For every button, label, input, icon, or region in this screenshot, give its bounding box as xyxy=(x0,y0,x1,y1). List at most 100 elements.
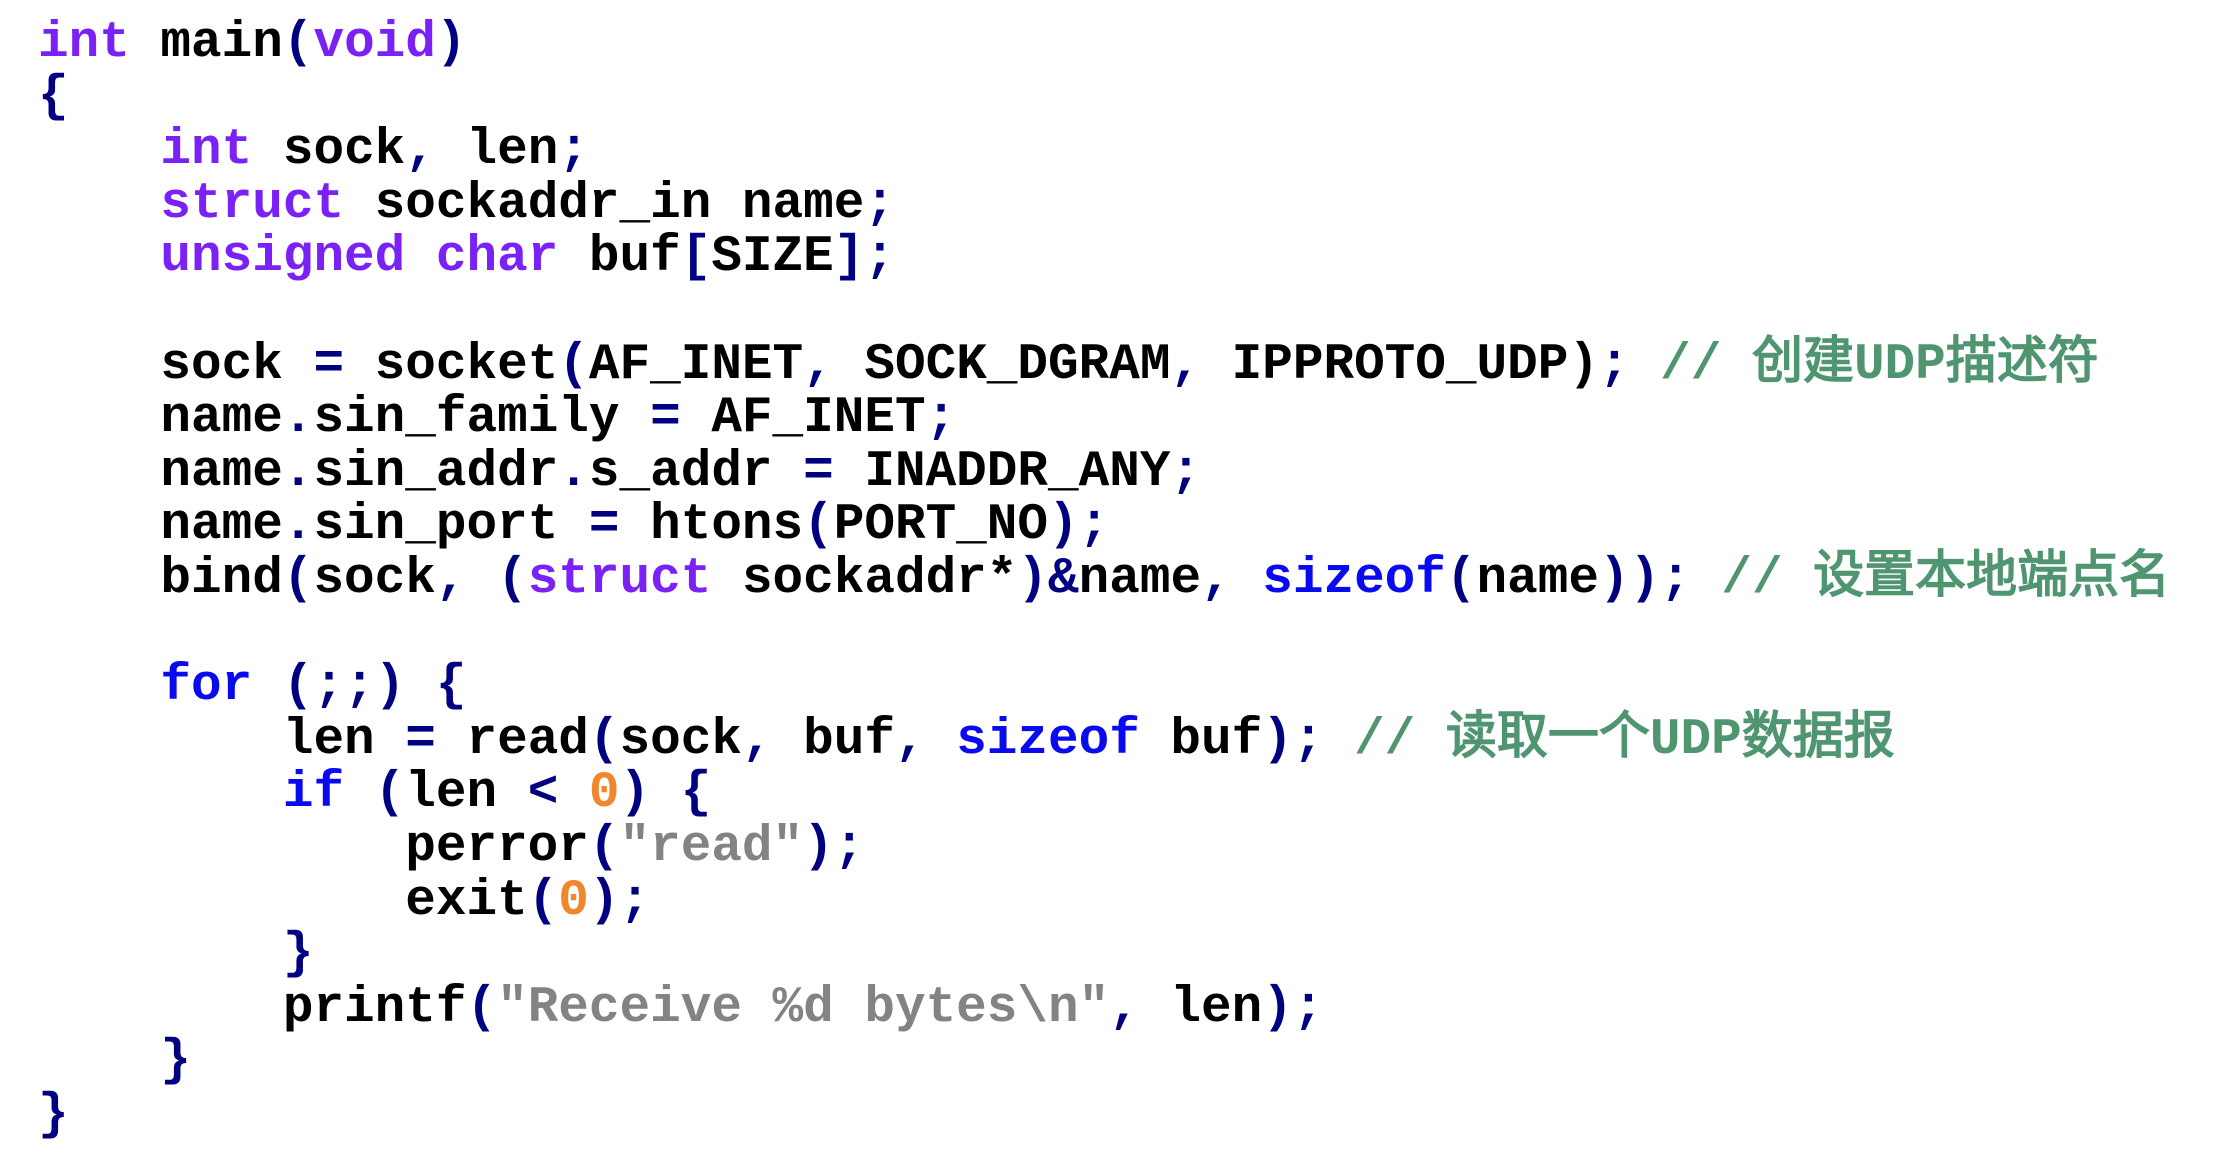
code-line: len = read(sock, buf, sizeof buf); // 读取… xyxy=(38,711,2170,769)
code-line: printf("Receive %d bytes\n", len); xyxy=(38,979,2170,1037)
punctuation: , xyxy=(1109,979,1140,1037)
code-line: perror("read"); xyxy=(38,821,2170,875)
identifier: buf xyxy=(772,711,895,769)
identifier: htons xyxy=(619,497,804,555)
identifier xyxy=(558,765,589,822)
punctuation: { xyxy=(680,765,712,823)
code-line: exit(0); xyxy=(38,872,2170,930)
keyword: int xyxy=(160,122,253,180)
punctuation: } xyxy=(160,1033,192,1091)
punctuation: ; xyxy=(864,175,895,233)
identifier: perror xyxy=(38,818,589,876)
punctuation: ; xyxy=(619,872,651,930)
punctuation: = xyxy=(803,443,834,501)
identifier: AF_INET xyxy=(588,336,804,394)
identifier: INADDR_ANY xyxy=(833,443,1171,501)
identifier: ) xyxy=(1568,336,1599,394)
code-line: name.sin_family = AF_INET; xyxy=(38,392,2170,446)
punctuation: [ xyxy=(680,229,712,287)
identifier: exit xyxy=(38,872,528,930)
punctuation: ) xyxy=(588,872,620,930)
punctuation: = xyxy=(313,336,345,394)
identifier: read xyxy=(435,711,589,769)
punctuation: = xyxy=(405,711,436,769)
comment: // 读取一个UDP数据报 xyxy=(1323,711,1895,769)
punctuation: , xyxy=(741,711,773,769)
identifier: s_addr xyxy=(588,443,804,501)
identifier xyxy=(38,176,160,233)
identifier xyxy=(38,122,160,179)
identifier: buf xyxy=(1139,711,1263,769)
punctuation: ; xyxy=(833,818,865,876)
code-line: { xyxy=(38,70,2170,125)
punctuation: , xyxy=(435,550,467,608)
code-line: if (len < 0) { xyxy=(38,767,2170,821)
punctuation: , xyxy=(405,122,436,180)
punctuation: , xyxy=(894,711,926,769)
code-line: name.sin_port = htons(PORT_NO); xyxy=(38,499,2170,553)
identifier xyxy=(1232,551,1263,608)
punctuation: ) xyxy=(619,765,651,823)
punctuation: ] xyxy=(833,229,865,287)
identifier xyxy=(405,658,436,715)
punctuation: ) xyxy=(803,818,834,876)
string-literal: "read" xyxy=(619,818,804,876)
punctuation: } xyxy=(38,1086,69,1144)
punctuation: ( xyxy=(1445,550,1477,608)
identifier xyxy=(38,926,283,983)
identifier xyxy=(252,658,283,715)
punctuation: } xyxy=(282,926,314,984)
keyword: void xyxy=(313,15,436,72)
code-line: } xyxy=(38,1035,2170,1089)
keyword: struct xyxy=(527,550,712,608)
punctuation: ( xyxy=(282,550,314,608)
code-line: name.sin_addr.s_addr = INADDR_ANY; xyxy=(38,443,2170,501)
identifier: sock xyxy=(252,122,406,180)
keyword: struct xyxy=(160,175,345,233)
identifier: len xyxy=(405,765,528,823)
control-keyword: for xyxy=(160,658,253,716)
identifier: len xyxy=(1139,979,1263,1037)
control-keyword: sizeof xyxy=(1262,550,1446,608)
punctuation: ( xyxy=(527,872,559,930)
code-block: int main(void){ int sock, len; struct so… xyxy=(38,17,2170,1142)
identifier: name xyxy=(38,443,283,501)
identifier: sin_port xyxy=(313,497,589,555)
punctuation: , xyxy=(1201,550,1232,608)
code-line: for (;;) { xyxy=(38,660,2170,714)
identifier: len xyxy=(38,711,406,769)
code-line: int sock, len; xyxy=(38,124,2170,178)
punctuation: ; xyxy=(1170,443,1202,501)
punctuation: ) xyxy=(1048,497,1079,555)
identifier xyxy=(344,765,375,822)
identifier: SOCK_DGRAM xyxy=(833,336,1171,394)
punctuation: ( xyxy=(466,979,498,1037)
punctuation: ; xyxy=(864,229,895,287)
code-line: } xyxy=(38,928,2170,982)
identifier xyxy=(466,551,497,608)
code-line: unsigned char buf[SIZE]; xyxy=(38,231,2170,285)
punctuation: . xyxy=(282,443,314,501)
punctuation: . xyxy=(282,497,314,555)
identifier: sockaddr* xyxy=(711,550,1018,608)
punctuation: < xyxy=(527,765,559,823)
punctuation: ) xyxy=(1017,550,1049,608)
punctuation: . xyxy=(282,390,314,448)
identifier: sock xyxy=(313,550,436,608)
punctuation: ; xyxy=(1292,711,1324,769)
code-line: int main(void) xyxy=(38,17,2170,71)
identifier: printf xyxy=(38,979,467,1037)
comment: // 设置本地端点名 xyxy=(1690,550,2171,608)
punctuation: ) xyxy=(1262,711,1293,769)
punctuation: (;;) xyxy=(282,658,406,716)
number-literal: 0 xyxy=(558,872,589,930)
punctuation: ; xyxy=(558,122,589,180)
punctuation: ( xyxy=(803,497,834,555)
punctuation: ( xyxy=(374,765,406,823)
punctuation: ( xyxy=(282,15,314,72)
identifier xyxy=(405,229,436,286)
identifier: socket xyxy=(344,336,559,394)
identifier: AF_INET xyxy=(680,390,926,448)
identifier xyxy=(38,765,283,822)
identifier: PORT_NO xyxy=(833,497,1049,555)
